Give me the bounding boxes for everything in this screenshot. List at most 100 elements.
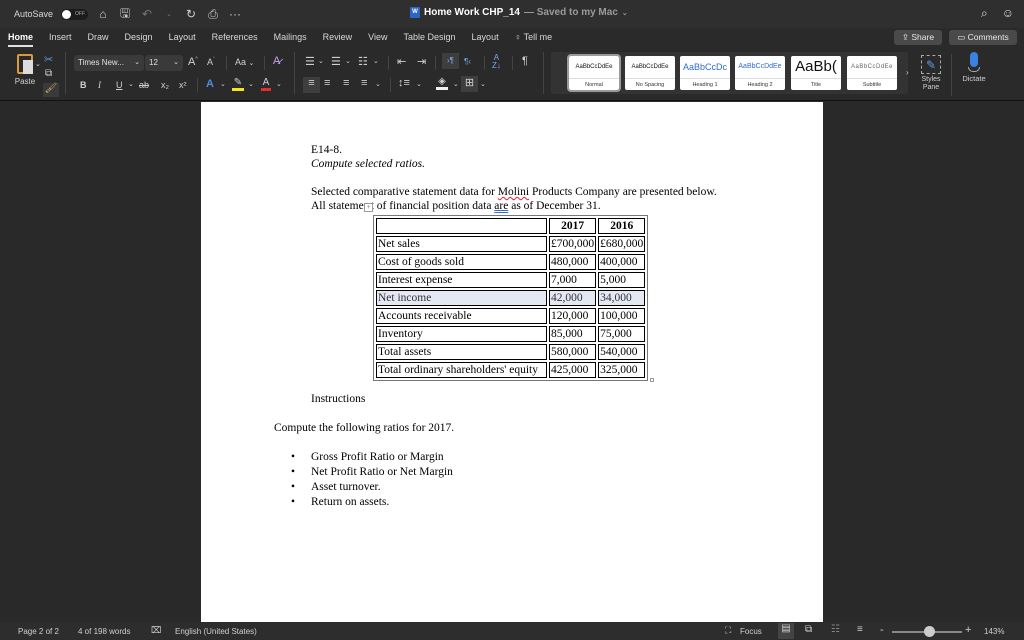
table-resize-handle[interactable] [650,378,654,382]
zoom-out-button[interactable]: - [880,624,884,636]
style-subtitle[interactable]: AaBbCcDdEe Subtitle [847,56,897,90]
highlight-color-icon[interactable]: ✎ [232,77,244,91]
undo-icon[interactable]: ↶ [140,7,154,21]
value-cell[interactable]: 7,000 [549,272,597,288]
tab-table-layout[interactable]: Layout [464,28,507,48]
align-left-button[interactable]: ≡ [303,77,320,93]
shrink-font-icon[interactable]: Aˇ [207,57,215,67]
tab-references[interactable]: References [204,28,266,48]
style-heading-1[interactable]: AaBbCcDc Heading 1 [680,56,730,90]
borders-icon[interactable]: ⊞ [461,76,478,92]
outline-view-icon[interactable]: ☷ [831,624,840,635]
numbering-dropdown-icon[interactable]: ⌄ [345,57,351,65]
align-center-button[interactable]: ≡ [324,77,330,89]
underline-dropdown-icon[interactable]: ⌄ [128,80,134,88]
show-formatting-marks-icon[interactable]: ¶ [522,55,528,67]
font-color-dropdown-icon[interactable]: ⌄ [276,80,282,88]
text-effects-dropdown-icon[interactable]: ⌄ [220,80,226,88]
tab-design[interactable]: Design [117,28,161,48]
strikethrough-button[interactable]: ab [139,80,149,90]
rtl-text-icon[interactable]: ¶‹ [464,57,471,66]
shading-dropdown-icon[interactable]: ⌄ [453,80,459,88]
print-icon[interactable]: ⎙ [206,7,220,22]
styles-more-chevron-icon[interactable]: › [906,68,909,77]
value-cell[interactable]: 480,000 [549,254,597,270]
tab-view[interactable]: View [360,28,395,48]
share-button[interactable]: ⇪ Share [894,30,942,45]
row-label-cell[interactable]: Accounts receivable [376,308,547,324]
value-cell[interactable]: 75,000 [598,326,646,342]
focus-icon[interactable]: ⛶ [725,625,731,636]
page-count[interactable]: Page 2 of 2 [18,627,59,636]
print-layout-view-icon[interactable]: ▤ [778,623,794,639]
tab-home[interactable]: Home [0,28,41,48]
tell-me[interactable]: ♀ Tell me [507,28,561,48]
tab-draw[interactable]: Draw [80,28,117,48]
decrease-indent-icon[interactable]: ⇤ [397,55,406,68]
zoom-slider-handle[interactable] [924,626,935,637]
spelling-error[interactable]: Molini [498,186,529,198]
styles-pane-button[interactable]: ✎ Styles Pane [918,55,944,92]
cut-icon[interactable]: ✂ [44,53,53,66]
value-cell[interactable]: 400,000 [598,254,646,270]
text-effects-icon[interactable]: A [206,78,214,90]
row-label-cell[interactable]: Total assets [376,344,547,360]
change-case-button[interactable]: Aa ⌄ [235,57,254,67]
font-name-select[interactable]: Times New... ⌄ [74,55,144,71]
comments-button[interactable]: ▭ Comments [949,30,1017,45]
bullets-icon[interactable]: ☰ [305,55,315,68]
row-label-cell[interactable]: Interest expense [376,272,547,288]
more-icon[interactable]: ··· [228,7,242,21]
font-size-select[interactable]: 12 ⌄ [145,55,183,71]
line-spacing-dropdown-icon[interactable]: ⌄ [416,80,422,88]
table-header-cell[interactable]: 2017 [549,218,597,234]
document-title[interactable]: W Home Work CHP_14 — Saved to my Mac ⌄ [410,7,628,18]
justify-button[interactable]: ≡ [361,77,367,89]
tab-table-design[interactable]: Table Design [396,28,464,48]
style-normal[interactable]: AaBbCcDdEe Normal [567,54,621,92]
value-cell[interactable]: 100,000 [598,308,646,324]
row-label-cell[interactable]: Inventory [376,326,547,342]
bold-button[interactable]: B [80,80,87,90]
paste-button[interactable]: Paste [10,54,40,86]
tab-review[interactable]: Review [315,28,361,48]
focus-button[interactable]: Focus [740,627,762,636]
row-label-cell[interactable]: Total ordinary shareholders' equity [376,362,547,378]
zoom-level[interactable]: 143% [984,627,1004,636]
proofing-icon[interactable]: ⌧ [151,625,161,636]
subscript-button[interactable]: x₂ [161,80,169,90]
save-icon[interactable]: 🖫 [118,4,132,25]
value-cell[interactable]: 540,000 [598,344,646,360]
grammar-suggestion[interactable]: are [494,200,508,212]
value-cell[interactable]: 325,000 [598,362,646,378]
sort-icon[interactable]: A Z↓ [492,54,501,70]
value-cell[interactable]: £700,000 [549,236,597,252]
highlight-dropdown-icon[interactable]: ⌄ [248,80,254,88]
numbering-icon[interactable]: ☰ [331,55,341,68]
bullets-dropdown-icon[interactable]: ⌄ [318,57,324,65]
italic-button[interactable]: I [98,80,101,90]
table-move-handle[interactable]: + [364,203,373,212]
value-cell[interactable]: 5,000 [598,272,646,288]
tab-insert[interactable]: Insert [41,28,80,48]
web-layout-view-icon[interactable]: ⧉ [805,624,812,635]
multilevel-list-icon[interactable]: ☷ [358,55,368,68]
home-icon[interactable]: ⌂ [96,7,110,21]
row-label-cell[interactable]: Net income [376,290,547,306]
undo-dropdown-icon[interactable]: ⌄ [162,10,176,18]
paste-dropdown-icon[interactable]: ⌄ [35,60,41,68]
draft-view-icon[interactable]: ≡ [857,624,863,635]
style-heading-2[interactable]: AaBbCcDdEe Heading 2 [735,56,785,90]
table-header-cell[interactable]: 2016 [598,218,646,234]
superscript-button[interactable]: x² [179,80,187,90]
copy-icon[interactable]: ⧉ [45,68,52,79]
row-label-cell[interactable]: Net sales [376,236,547,252]
word-count[interactable]: 4 of 198 words [78,627,130,636]
style-no-spacing[interactable]: AaBbCcDdEe No Spacing [625,56,675,90]
ltr-text-icon[interactable]: ›¶ [442,53,459,69]
style-title[interactable]: AaBb( Title [791,56,841,90]
multilevel-dropdown-icon[interactable]: ⌄ [373,57,379,65]
format-painter-icon[interactable]: 🖌 [43,83,59,97]
document-page[interactable]: E14-8. Compute selected ratios. Selected… [201,102,823,624]
value-cell[interactable]: £680,000 [598,236,646,252]
